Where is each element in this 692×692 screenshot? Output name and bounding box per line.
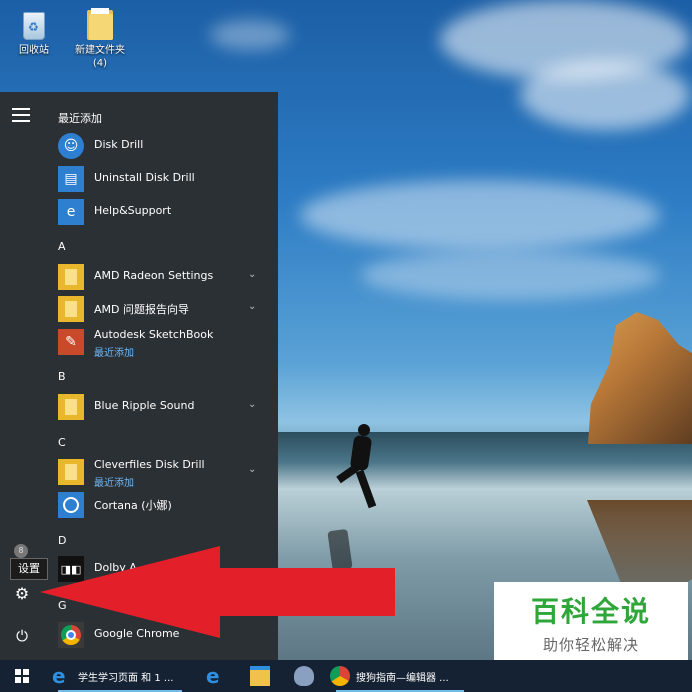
app-label: Disk Drill [94, 138, 144, 151]
section-letter-c[interactable]: C [58, 436, 66, 449]
red-pointer-arrow [40, 546, 395, 638]
user-account-icon[interactable]: 8 [14, 544, 28, 558]
folder-icon [85, 6, 115, 40]
app-item-disk-drill[interactable]: ☺ Disk Drill [58, 130, 268, 160]
recently-added-label: 最近添加 [94, 348, 134, 359]
folder-icon [58, 394, 84, 420]
chrome-icon [330, 666, 350, 686]
power-icon[interactable]: ⏻ [8, 624, 36, 648]
app-label: Help&Support [94, 204, 172, 217]
ie-icon: e [52, 664, 66, 688]
taskbar-app-sogou[interactable] [288, 660, 320, 692]
app-label: Cortana (小娜) [94, 499, 172, 512]
cloud [210, 20, 290, 50]
app-label: AMD Radeon Settings [94, 269, 214, 282]
app-item-help-support[interactable]: e Help&Support [58, 196, 268, 226]
hamburger-menu-icon[interactable] [12, 108, 30, 122]
app-item-blue-ripple-sound[interactable]: Blue Ripple Sound ⌄ [58, 391, 268, 421]
sketchbook-icon: ✎ [58, 329, 84, 355]
desktop-icon-label-count: (4) [92, 58, 108, 69]
rock-formation [588, 312, 692, 444]
app-label: Cleverfiles Disk Drill [94, 458, 205, 471]
chevron-down-icon[interactable]: ⌄ [248, 399, 256, 410]
watermark-logo: 百科全说 助你轻松解决 [494, 582, 688, 664]
runner-silhouette [358, 424, 370, 436]
app-label: Uninstall Disk Drill [94, 171, 195, 184]
cloud [360, 250, 660, 300]
desktop-icon-label: 回收站 [19, 45, 49, 56]
recently-added-label: 最近添加 [94, 478, 134, 489]
cloud [300, 180, 660, 250]
windows-logo-icon [15, 669, 29, 683]
chevron-down-icon[interactable]: ⌄ [248, 464, 256, 475]
settings-gear-icon[interactable]: ⚙ [8, 582, 36, 606]
settings-tooltip: 设置 [10, 558, 48, 580]
folder-icon [58, 296, 84, 322]
app-label: AMD 问题报告向导 [94, 303, 189, 316]
taskbar: e 学生学习页面 和 1 ... e 搜狗指南—编辑器 ... [0, 660, 692, 692]
app-label: Autodesk SketchBook [94, 328, 214, 341]
folder-icon [58, 264, 84, 290]
taskbar-app-ie[interactable]: e [200, 660, 232, 692]
cloud [520, 60, 690, 130]
section-letter-b[interactable]: B [58, 370, 66, 383]
desktop-icon-recycle-bin[interactable]: ♻ 回收站 [2, 6, 66, 57]
ie-icon: e [206, 664, 220, 688]
help-icon: e [58, 199, 84, 225]
section-letter-a[interactable]: A [58, 240, 66, 253]
taskbar-app-label: 学生学习页面 和 1 ... [78, 672, 174, 684]
app-item-autodesk-sketchbook[interactable]: ✎ Autodesk SketchBook 最近添加 [58, 326, 268, 359]
disk-drill-icon: ☺ [58, 133, 84, 159]
uninstall-icon: ▤ [58, 166, 84, 192]
chevron-down-icon[interactable]: ⌄ [248, 269, 256, 280]
watermark-title: 百科全说 [530, 595, 651, 628]
cortana-icon [58, 492, 84, 518]
desktop-icon-new-folder[interactable]: 新建文件夹 (4) [68, 6, 132, 70]
start-button[interactable] [0, 660, 44, 692]
app-label: Blue Ripple Sound [94, 399, 195, 412]
section-header-recent: 最近添加 [58, 112, 102, 125]
app-item-uninstall-disk-drill[interactable]: ▤ Uninstall Disk Drill [58, 163, 268, 193]
folder-icon [58, 459, 84, 485]
watermark-subtitle: 助你轻松解决 [542, 636, 639, 654]
app-item-cleverfiles-disk-drill[interactable]: Cleverfiles Disk Drill 最近添加 ⌄ [58, 456, 268, 489]
file-explorer-icon [250, 666, 270, 686]
app-item-cortana[interactable]: Cortana (小娜) [58, 489, 268, 519]
chevron-down-icon[interactable]: ⌄ [248, 301, 256, 312]
taskbar-app-chrome-window[interactable]: 搜狗指南—编辑器 ... [330, 660, 470, 692]
start-rail: 8 设置 ⚙ ⏻ [0, 92, 48, 660]
app-item-amd-radeon-settings[interactable]: AMD Radeon Settings ⌄ [58, 261, 268, 291]
desktop-icon-label: 新建文件夹 [75, 45, 125, 56]
taskbar-app-label: 搜狗指南—编辑器 ... [356, 672, 449, 684]
recycle-bin-icon: ♻ [19, 6, 49, 40]
taskbar-app-ie-window[interactable]: e 学生学习页面 和 1 ... [52, 660, 188, 692]
taskbar-app-file-explorer[interactable] [244, 660, 276, 692]
app-item-amd-problem-wizard[interactable]: AMD 问题报告向导 ⌄ [58, 293, 268, 323]
sogou-icon [294, 666, 314, 686]
